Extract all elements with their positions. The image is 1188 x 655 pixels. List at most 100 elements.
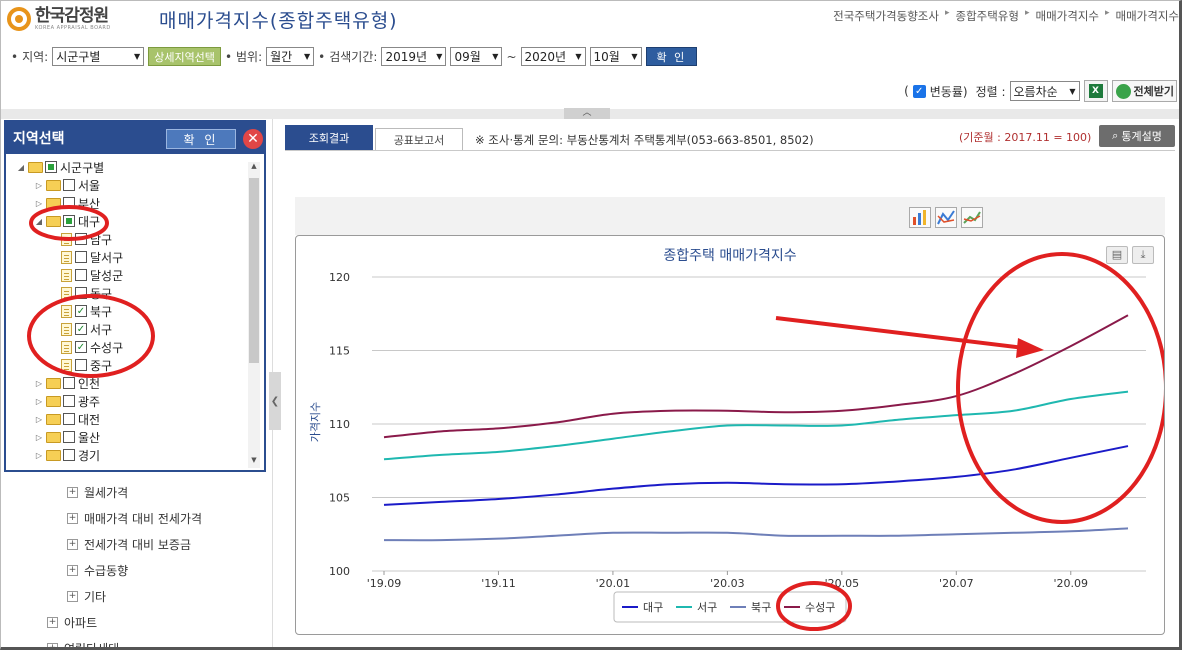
- tree-checkbox[interactable]: [63, 395, 75, 407]
- side-menu-item[interactable]: + 전세가격 대비 보증금: [67, 536, 191, 553]
- expanded-triangle-icon[interactable]: ◢: [34, 217, 44, 226]
- start-month-select[interactable]: 09월: [450, 47, 503, 66]
- excel-download-button[interactable]: X: [1083, 80, 1108, 102]
- side-menu-item[interactable]: + 아파트: [47, 614, 97, 631]
- expand-plus-icon[interactable]: +: [67, 487, 78, 498]
- start-year-select[interactable]: 2019년: [381, 47, 447, 66]
- region-select[interactable]: 시군구별: [52, 47, 145, 66]
- tree-checkbox[interactable]: [75, 359, 87, 371]
- download-icon[interactable]: ⤓: [1132, 246, 1154, 264]
- collapse-side-button[interactable]: ❮: [269, 372, 281, 430]
- stat-description-button[interactable]: ⌕ 통계설명: [1099, 125, 1175, 147]
- tree-node[interactable]: ◢ 시군구별: [16, 158, 104, 176]
- breadcrumb-item[interactable]: 종합주택유형: [955, 8, 1018, 24]
- series-line-3[interactable]: [383, 314, 1129, 439]
- legend-label[interactable]: 수성구: [805, 601, 835, 614]
- tree-node[interactable]: 남구: [58, 230, 112, 248]
- expanded-triangle-icon[interactable]: ◢: [16, 163, 26, 172]
- tab-report[interactable]: 공표보고서: [375, 128, 463, 151]
- tree-node[interactable]: ▷ 울산: [34, 428, 100, 446]
- collapsed-triangle-icon[interactable]: ▷: [34, 397, 44, 406]
- side-menu-item[interactable]: + 연립다세대: [47, 640, 119, 647]
- sort-select[interactable]: 오름차순: [1009, 81, 1080, 101]
- tree-checkbox[interactable]: ✓: [75, 341, 87, 353]
- tree-node[interactable]: 달성군: [58, 266, 123, 284]
- scroll-down-icon[interactable]: ▼: [248, 456, 260, 468]
- logo[interactable]: 한국감정원 KOREA APPRAISAL BOARD: [7, 7, 111, 31]
- expand-plus-icon[interactable]: +: [67, 591, 78, 602]
- tree-node-label: 동구: [90, 286, 113, 301]
- tree-checkbox[interactable]: [75, 251, 87, 263]
- tree-node[interactable]: ▷ 인천: [34, 374, 100, 392]
- end-year-select[interactable]: 2020년: [520, 47, 586, 66]
- tree-checkbox[interactable]: [63, 431, 75, 443]
- scrollbar-thumb[interactable]: [249, 178, 259, 363]
- collapsed-triangle-icon[interactable]: ▷: [34, 181, 44, 190]
- tab-result[interactable]: 조회결과: [285, 125, 373, 157]
- tree-node[interactable]: 중구: [58, 356, 112, 374]
- tree-node[interactable]: ▷ 부산: [34, 194, 100, 212]
- tree-checkbox[interactable]: [75, 287, 87, 299]
- close-icon[interactable]: ✕: [243, 129, 263, 149]
- breadcrumb-item[interactable]: 전국주택가격동향조사: [833, 8, 939, 24]
- change-rate-checkbox[interactable]: ✓: [912, 84, 926, 98]
- tree-node[interactable]: ✓ 북구: [58, 302, 112, 320]
- tree-node[interactable]: ▷ 대전: [34, 410, 100, 428]
- line-chart-icon[interactable]: [935, 207, 957, 228]
- series-line-0[interactable]: [383, 445, 1129, 506]
- tree-checkbox[interactable]: ✓: [75, 305, 87, 317]
- area-chart-icon[interactable]: [961, 207, 983, 228]
- scroll-up-icon[interactable]: ▲: [248, 162, 260, 174]
- tree-node[interactable]: ◢ 대구: [34, 212, 100, 230]
- tree-checkbox[interactable]: [63, 377, 75, 389]
- tree-node[interactable]: 동구: [58, 284, 112, 302]
- collapsed-triangle-icon[interactable]: ▷: [34, 451, 44, 460]
- legend-label[interactable]: 북구: [751, 601, 771, 614]
- breadcrumb-item[interactable]: 매매가격지수: [1116, 8, 1179, 24]
- collapse-top-button[interactable]: ︿: [564, 108, 610, 119]
- expand-plus-icon[interactable]: +: [67, 539, 78, 550]
- tree-node[interactable]: ▷ 서울: [34, 176, 100, 194]
- tree-checkbox[interactable]: [63, 197, 75, 209]
- tree-node[interactable]: 달서구: [58, 248, 123, 266]
- breadcrumb-item[interactable]: 매매가격지수: [1036, 8, 1099, 24]
- side-menu-item[interactable]: + 매매가격 대비 전세가격: [67, 510, 202, 527]
- full-download-button[interactable]: 전체받기: [1111, 80, 1177, 102]
- tree-node[interactable]: ▷ 경기: [34, 446, 100, 464]
- tree-checkbox[interactable]: [75, 233, 87, 245]
- legend-label[interactable]: 서구: [697, 601, 717, 614]
- expand-plus-icon[interactable]: +: [67, 513, 78, 524]
- tree-node[interactable]: ▷ 광주: [34, 392, 100, 410]
- search-confirm-button[interactable]: 확 인: [645, 47, 698, 66]
- collapsed-triangle-icon[interactable]: ▷: [34, 379, 44, 388]
- end-month-select[interactable]: 10월: [589, 47, 642, 66]
- tree-checkbox[interactable]: [45, 161, 57, 173]
- tree-checkbox[interactable]: [63, 179, 75, 191]
- tree-node[interactable]: ✓ 수성구: [58, 338, 123, 356]
- side-menu-item[interactable]: + 월세가격: [67, 484, 128, 501]
- bar-chart-icon[interactable]: [909, 207, 931, 228]
- tree-checkbox[interactable]: [63, 215, 75, 227]
- detail-region-button[interactable]: 상세지역선택: [148, 47, 221, 66]
- series-line-2[interactable]: [383, 527, 1129, 542]
- tree-checkbox[interactable]: [75, 269, 87, 281]
- expand-plus-icon[interactable]: +: [47, 617, 58, 628]
- tree-checkbox[interactable]: [63, 413, 75, 425]
- tree-scrollbar[interactable]: ▲ ▼: [248, 162, 260, 468]
- series-line-1[interactable]: [383, 390, 1129, 461]
- print-icon[interactable]: ▤: [1106, 246, 1128, 264]
- tree-node[interactable]: ✓ 서구: [58, 320, 112, 338]
- collapsed-triangle-icon[interactable]: ▷: [34, 415, 44, 424]
- side-menu-item[interactable]: + 수급동향: [67, 562, 128, 579]
- tree-checkbox[interactable]: ✓: [75, 323, 87, 335]
- expand-plus-icon[interactable]: +: [67, 565, 78, 576]
- side-menu-item[interactable]: + 기타: [67, 588, 106, 605]
- region-confirm-button[interactable]: 확 인: [166, 129, 236, 149]
- base-month-note: (기준월 : 2017.11 = 100): [959, 131, 1092, 144]
- collapsed-triangle-icon[interactable]: ▷: [34, 199, 44, 208]
- tree-checkbox[interactable]: [63, 449, 75, 461]
- collapsed-triangle-icon[interactable]: ▷: [34, 433, 44, 442]
- expand-plus-icon[interactable]: +: [47, 643, 58, 647]
- range-select[interactable]: 월간: [266, 47, 315, 66]
- legend-label[interactable]: 대구: [643, 601, 663, 614]
